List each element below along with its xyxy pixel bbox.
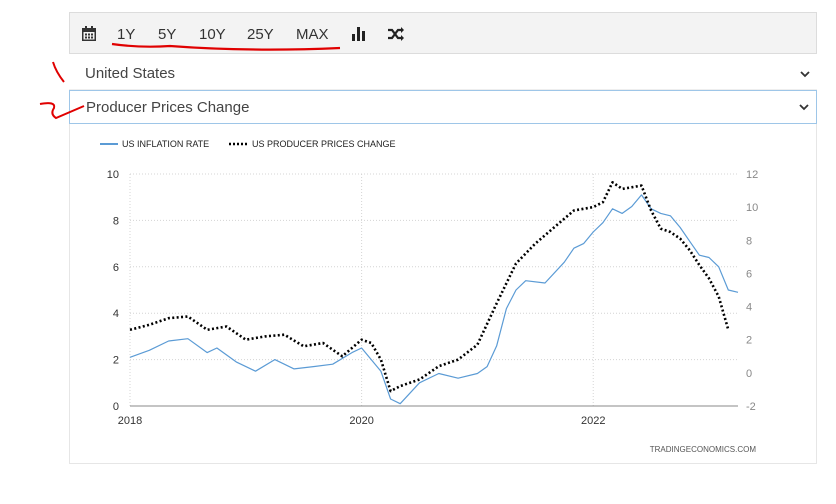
y-right-tick-label: 10 [746, 202, 758, 214]
x-tick-label: 2022 [581, 415, 605, 427]
legend-inflation-label: US INFLATION RATE [122, 139, 209, 149]
chart-canvas: 0 2 4 6 8 10 -2 0 2 4 6 8 10 12 2018 2020 2022 US INFLAT… [39, 42, 759, 454]
ppi-change-line [129, 181, 730, 393]
annotation-underline [111, 42, 341, 51]
legend-ppi-label: US PRODUCER PRICES CHANGE [252, 139, 396, 149]
y-right-tick-label: 2 [746, 335, 752, 347]
chart-series [129, 181, 739, 405]
y-right-tick-label: -2 [746, 401, 756, 413]
annotation-mark-2 [39, 102, 85, 120]
y-left-tick-label: 0 [113, 401, 119, 413]
y-left-tick-label: 6 [113, 262, 119, 274]
y-left-tick-label: 8 [113, 215, 119, 227]
y-left-tick-label: 10 [107, 169, 119, 181]
y-right-tick-label: 0 [746, 368, 752, 380]
y-left-tick-label: 2 [113, 355, 119, 367]
chart-legend: US INFLATION RATE US PRODUCER PRICES CHAN… [100, 139, 396, 149]
x-tick-label: 2020 [349, 415, 373, 427]
x-tick-label: 2018 [118, 415, 142, 427]
y-right-tick-label: 12 [746, 169, 758, 181]
y-right-tick-label: 8 [746, 235, 752, 247]
chart-grid [129, 173, 738, 407]
red-annotations [39, 42, 341, 120]
y-right-tick-label: 4 [746, 302, 752, 314]
chart-ticks: 0 2 4 6 8 10 -2 0 2 4 6 8 10 12 2018 2020 2022 [107, 169, 759, 427]
inflation-rate-line [129, 194, 739, 405]
chart-credit: TRADINGECONOMICS.COM [650, 445, 757, 454]
y-left-tick-label: 4 [113, 308, 119, 320]
annotation-mark-1 [52, 61, 65, 83]
y-right-tick-label: 6 [746, 268, 752, 280]
